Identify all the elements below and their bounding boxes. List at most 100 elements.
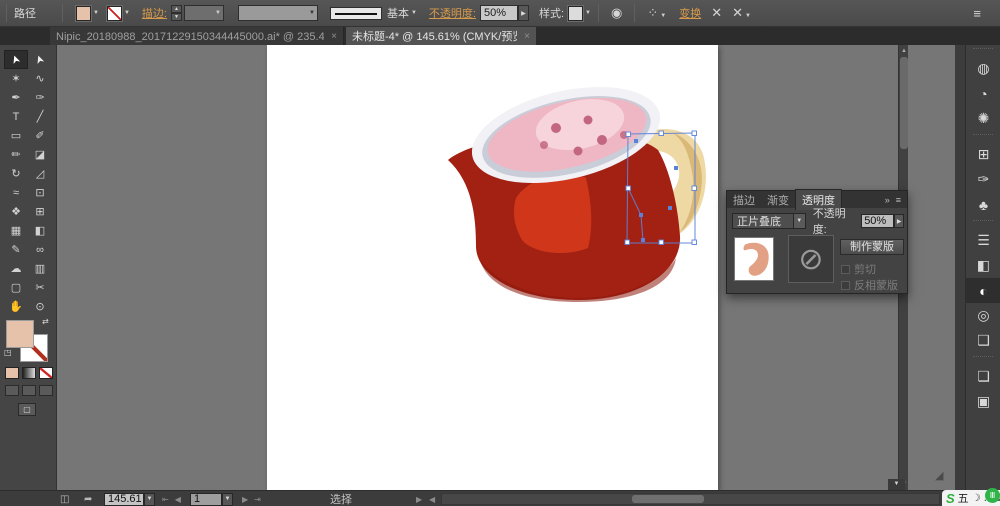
status-expand-icon[interactable]: ▶	[416, 495, 422, 504]
gradient-panel-icon[interactable]: ◧	[966, 253, 1000, 278]
pen-tool[interactable]: ✒	[4, 88, 28, 107]
stroke-weight-dropdown[interactable]: ▼	[184, 5, 224, 21]
clip-option[interactable]: 剪切	[841, 261, 876, 277]
eyedropper-tool[interactable]: ✎	[4, 240, 28, 259]
selection-tool[interactable]: ➤	[4, 50, 28, 69]
panel-opacity-spinner[interactable]: ▶	[894, 214, 904, 228]
invert-mask-checkbox[interactable]	[841, 281, 850, 290]
screen-mode-button[interactable]: ▢	[18, 403, 36, 416]
hscroll-left-icon[interactable]: ◀	[429, 495, 435, 504]
blend-tool[interactable]: ∞	[28, 240, 52, 259]
style-dropdown-icon[interactable]: ▼	[585, 10, 591, 16]
opacity-link[interactable]: 不透明度:	[429, 5, 476, 21]
style-swatch[interactable]	[568, 6, 583, 21]
fill-color-swatch[interactable]	[76, 6, 91, 21]
stroke-dropdown-icon[interactable]: ▼	[124, 10, 130, 16]
opacity-input[interactable]: 50%	[480, 5, 518, 21]
tab-close-icon[interactable]: ×	[331, 31, 337, 42]
free-transform-tool[interactable]: ⊡	[28, 183, 52, 202]
vertical-scroll-thumb[interactable]	[900, 57, 908, 149]
tray-app-icon[interactable]: Ⅲ	[985, 488, 1000, 503]
artboard-number-input[interactable]: 1	[190, 493, 222, 506]
symbols-panel-icon[interactable]: ♣	[966, 192, 1000, 217]
first-artboard-icon[interactable]: ⇤	[162, 495, 169, 504]
zoom-tool[interactable]: ⊙	[28, 297, 52, 316]
width-tool[interactable]: ≈	[4, 183, 28, 202]
zoom-level-input[interactable]: 145.61	[104, 493, 144, 506]
mask-thumbnail[interactable]: ⊘	[788, 235, 834, 283]
scale-tool[interactable]: ◿	[28, 164, 52, 183]
magic-wand-tool[interactable]: ✶	[4, 69, 28, 88]
draw-inside-button[interactable]	[39, 385, 53, 396]
sogou-input-icon[interactable]: S	[946, 491, 955, 506]
width-profile-dropdown[interactable]: ▼	[238, 5, 318, 21]
mesh-tool[interactable]: ▦	[4, 221, 28, 240]
gradient-tool[interactable]: ◧	[28, 221, 52, 240]
opacity-spinner[interactable]: ▶	[518, 5, 529, 21]
paintbrush-tool[interactable]: ✐	[28, 126, 52, 145]
swatches-panel-icon[interactable]: ⊞	[966, 142, 1000, 167]
stepper-down-icon[interactable]: ▼	[171, 13, 182, 21]
rectangle-tool[interactable]: ▭	[4, 126, 28, 145]
stepper-up-icon[interactable]: ▲	[171, 5, 182, 13]
blend-mode-dropdown[interactable]: 正片叠底 ▼	[732, 213, 806, 229]
shape-builder-tool[interactable]: ❖	[4, 202, 28, 221]
pencil-tool[interactable]: ✏	[4, 145, 28, 164]
draw-normal-button[interactable]	[5, 385, 19, 396]
perspective-grid-tool[interactable]: ⊞	[28, 202, 52, 221]
lasso-tool[interactable]: ∿	[28, 69, 52, 88]
fill-dropdown-icon[interactable]: ▼	[93, 10, 99, 16]
tab-close-icon[interactable]: ×	[524, 31, 530, 42]
recolor-artwork-icon[interactable]: ◉	[611, 5, 622, 21]
default-fill-stroke-icon[interactable]: ◳	[4, 348, 12, 357]
color-panel-icon[interactable]: ◍	[966, 56, 1000, 81]
transparency-panel-icon[interactable]: ◐	[966, 278, 1000, 303]
document-tab[interactable]: Nipic_20180988_20171229150344445000.ai* …	[50, 27, 344, 45]
publish-icon[interactable]: ➦	[84, 494, 92, 505]
isolate-object-icon[interactable]: ✕	[711, 5, 722, 21]
hand-tool[interactable]: ✋	[4, 297, 28, 316]
appearance-panel-icon[interactable]: ◎	[966, 303, 1000, 328]
artboard-nav-icon[interactable]: ◫	[60, 494, 69, 505]
align-options-icon[interactable]: ⁘▼	[647, 5, 666, 21]
horizontal-scrollbar[interactable]	[441, 493, 940, 505]
stroke-panel-icon[interactable]: ☰	[966, 228, 1000, 253]
gradient-button[interactable]	[22, 367, 36, 379]
symbol-sprayer-tool[interactable]: ☁	[4, 259, 28, 278]
taskbar-notch[interactable]: ▼	[888, 479, 905, 490]
color-guide-panel-icon[interactable]: ◔	[966, 81, 1000, 106]
panel-opacity-input[interactable]: 50%	[861, 214, 894, 228]
eraser-tool[interactable]: ◪	[28, 145, 52, 164]
transform-link[interactable]: 变换	[679, 5, 701, 21]
tab-stroke[interactable]: 描边	[727, 190, 761, 210]
direct-selection-tool[interactable]: ➤	[28, 50, 52, 69]
pitcher-artwork[interactable]	[430, 78, 730, 313]
add-anchor-point-tool[interactable]: ✑	[28, 88, 52, 107]
panel-expand-icon[interactable]: »	[885, 195, 890, 205]
zoom-dropdown-icon[interactable]: ▼	[144, 493, 155, 506]
none-button[interactable]	[39, 367, 53, 379]
document-tab-active[interactable]: 未标题-4* @ 145.61% (CMYK/预览) ×	[346, 27, 536, 45]
brushes-panel-icon[interactable]: ✑	[966, 167, 1000, 192]
layers-panel-icon[interactable]: ❏	[966, 364, 1000, 389]
make-mask-button[interactable]: 制作蒙版	[840, 239, 904, 255]
brush-definition-label[interactable]: 基本	[387, 5, 409, 21]
graphic-styles-panel-icon[interactable]: ❑	[966, 328, 1000, 353]
scroll-up-icon[interactable]: ▲	[899, 46, 909, 56]
horizontal-scroll-thumb[interactable]	[632, 495, 704, 503]
stroke-color-swatch[interactable]	[107, 6, 122, 21]
wubi-mode-label[interactable]: 五	[958, 490, 969, 506]
shape-options-icon[interactable]: ✕▼	[732, 5, 751, 21]
draw-behind-button[interactable]	[22, 385, 36, 396]
stroke-link[interactable]: 描边:	[142, 5, 167, 21]
artboard-tool[interactable]: ▢	[4, 278, 28, 297]
artboards-panel-icon[interactable]: ▣	[966, 389, 1000, 414]
column-graph-tool[interactable]: ▥	[28, 259, 52, 278]
panel-menu-icon[interactable]: ≡	[896, 195, 901, 205]
line-segment-tool[interactable]: ╱	[28, 107, 52, 126]
last-artboard-icon[interactable]: ⇥	[254, 495, 261, 504]
invert-mask-option[interactable]: 反相蒙版	[841, 277, 898, 293]
type-tool[interactable]: T	[4, 107, 28, 126]
color-button[interactable]	[5, 367, 19, 379]
fill-color-indicator[interactable]	[6, 320, 34, 348]
